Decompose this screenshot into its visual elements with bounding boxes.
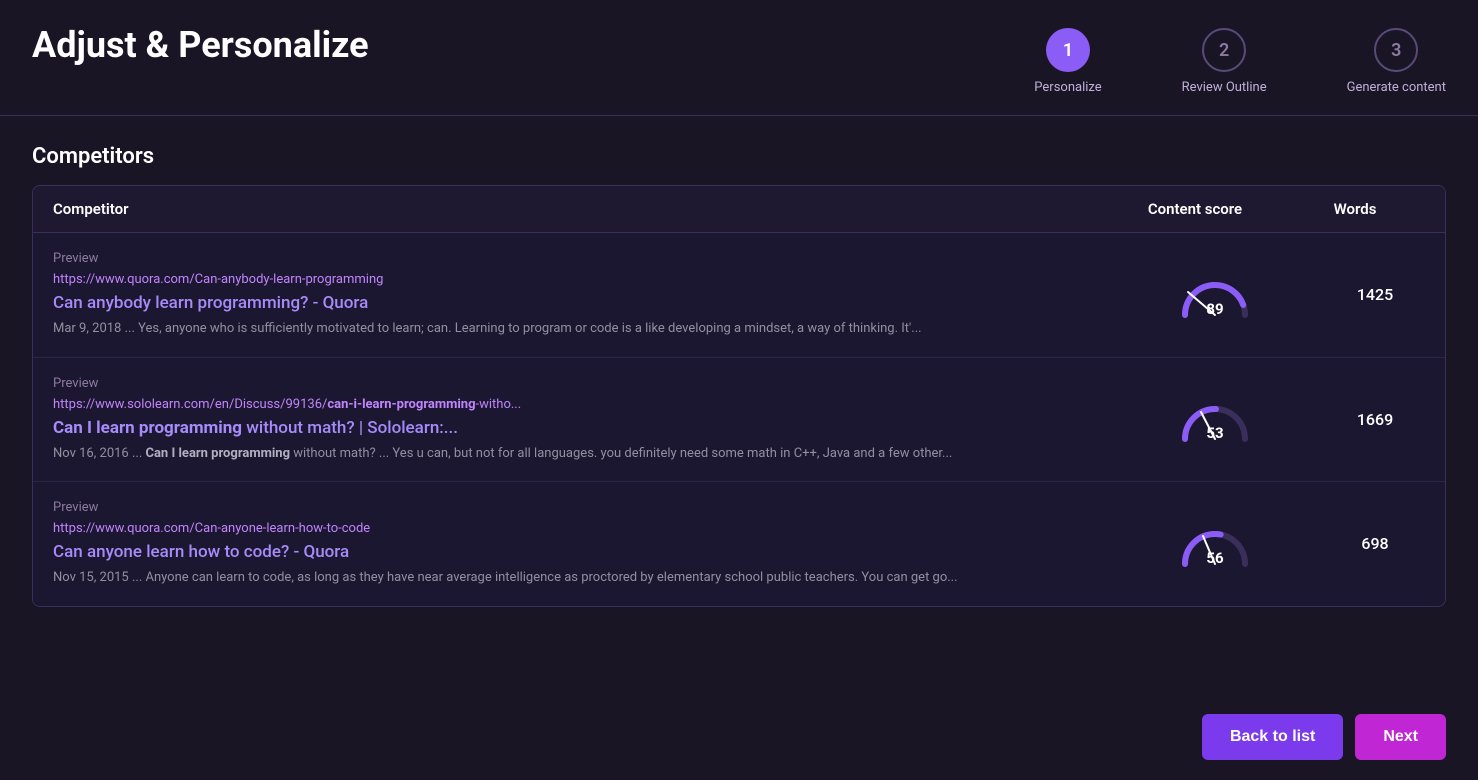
table-row: Preview https://www.sololearn.com/en/Dis… [33,358,1445,483]
gauge-value-1: 89 [1206,300,1223,318]
table-row: Preview https://www.quora.com/Can-anyone… [33,482,1445,606]
competitor-url-3: https://www.quora.com/Can-anyone-learn-h… [53,521,1105,536]
gauge-value-3: 56 [1206,549,1223,567]
competitor-title-2: Can I learn programming without math? | … [53,418,1105,438]
gauge-3: 56 [1175,519,1255,569]
preview-label-1: Preview [53,251,1105,266]
step-1: 1 Personalize [1034,28,1101,95]
gauge-1: 89 [1175,270,1255,320]
competitor-url-2: https://www.sololearn.com/en/Discuss/991… [53,397,1105,412]
score-cell-2: 53 [1125,358,1305,482]
step-3: 3 Generate content [1347,28,1446,95]
header-content-score: Content score [1105,200,1285,218]
step-1-circle: 1 [1046,28,1090,72]
competitor-snippet-3: Nov 15, 2015 ... Anyone can learn to cod… [53,568,1105,588]
words-cell-3: 698 [1305,482,1445,606]
competitor-snippet-2: Nov 16, 2016 ... Can I learn programming… [53,444,1105,464]
score-cell-3: 56 [1125,482,1305,606]
header-words: Words [1285,200,1425,218]
step-3-label: Generate content [1347,80,1446,95]
step-2-circle: 2 [1202,28,1246,72]
header-competitor: Competitor [53,200,1105,218]
page-title: Adjust & Personalize [32,24,369,66]
gauge-2: 53 [1175,394,1255,444]
table-header: Competitor Content score Words [33,186,1445,233]
competitor-cell-3: Preview https://www.quora.com/Can-anyone… [33,482,1125,606]
main-content: Competitors Competitor Content score Wor… [0,116,1478,635]
steps-nav: 1 Personalize 2 Review Outline 3 Generat… [1034,24,1446,95]
score-cell-1: 89 [1125,233,1305,357]
competitor-snippet-1: Mar 9, 2018 ... Yes, anyone who is suffi… [53,319,1105,339]
step-1-label: Personalize [1034,80,1101,95]
step-2: 2 Review Outline [1182,28,1267,95]
words-cell-1: 1425 [1305,233,1445,357]
step-2-label: Review Outline [1182,80,1267,95]
competitors-table: Competitor Content score Words Preview h… [32,185,1446,607]
section-title: Competitors [32,144,1446,169]
back-to-list-button[interactable]: Back to list [1202,714,1343,760]
next-button[interactable]: Next [1355,714,1446,760]
competitor-cell-2: Preview https://www.sololearn.com/en/Dis… [33,358,1125,482]
competitor-title-3: Can anyone learn how to code? - Quora [53,542,1105,562]
preview-label-2: Preview [53,376,1105,391]
page-header: Adjust & Personalize 1 Personalize 2 Rev… [0,0,1478,116]
footer: Back to list Next [1170,694,1478,780]
gauge-value-2: 53 [1206,424,1223,442]
competitor-title-1: Can anybody learn programming? - Quora [53,293,1105,313]
preview-label-3: Preview [53,500,1105,515]
competitor-cell-1: Preview https://www.quora.com/Can-anybod… [33,233,1125,357]
words-cell-2: 1669 [1305,358,1445,482]
table-row: Preview https://www.quora.com/Can-anybod… [33,233,1445,358]
step-3-circle: 3 [1374,28,1418,72]
competitor-url-1: https://www.quora.com/Can-anybody-learn-… [53,272,1105,287]
